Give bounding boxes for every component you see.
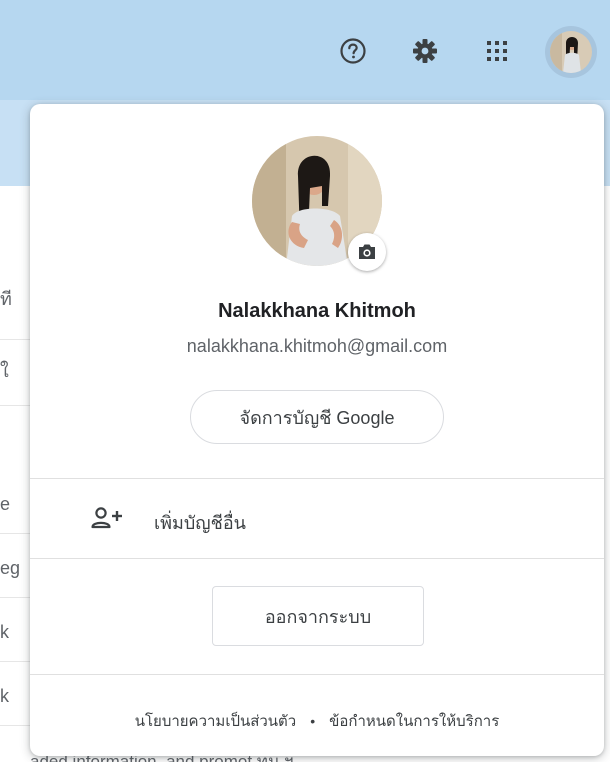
- list-item: e: [0, 494, 30, 534]
- list-item: k: [0, 622, 30, 662]
- privacy-policy-link[interactable]: นโยบายความเป็นส่วนตัว: [135, 709, 297, 733]
- person-add-icon: [91, 507, 122, 529]
- app-header: [0, 0, 610, 100]
- terms-of-service-link[interactable]: ข้อกำหนดในการให้บริการ: [329, 709, 499, 733]
- list-item: k: [0, 686, 30, 726]
- list-item: eg: [0, 558, 30, 598]
- add-account-item[interactable]: เพิ่มบัญชีอื่น: [30, 479, 604, 558]
- camera-icon: [359, 244, 375, 259]
- popup-footer: นโยบายความเป็นส่วนตัว • ข้อกำหนดในการให้…: [30, 709, 604, 733]
- account-name: Nalakkhana Khitmoh: [218, 300, 416, 322]
- account-popup: Nalakkhana Khitmoh nalakkhana.khitmoh@gm…: [30, 104, 604, 756]
- change-photo-button[interactable]: [348, 233, 386, 271]
- footer-separator: •: [310, 713, 316, 729]
- help-circle-icon[interactable]: [338, 36, 368, 66]
- manage-account-button[interactable]: จัดการบัญชี Google: [190, 390, 444, 444]
- list-item: ที: [0, 284, 30, 340]
- divider: [30, 558, 604, 559]
- sign-out-button[interactable]: ออกจากระบบ: [212, 586, 424, 646]
- add-account-label: เพิ่มบัญชีอื่น: [154, 513, 246, 533]
- account-email: nalakkhana.khitmoh@gmail.com: [186, 336, 448, 356]
- account-avatar-button[interactable]: [545, 26, 597, 78]
- gear-icon[interactable]: [410, 36, 440, 66]
- list-item: ใ: [0, 356, 30, 406]
- divider: [30, 674, 604, 675]
- avatar-photo: [550, 31, 592, 73]
- apps-grid-icon[interactable]: [482, 36, 512, 66]
